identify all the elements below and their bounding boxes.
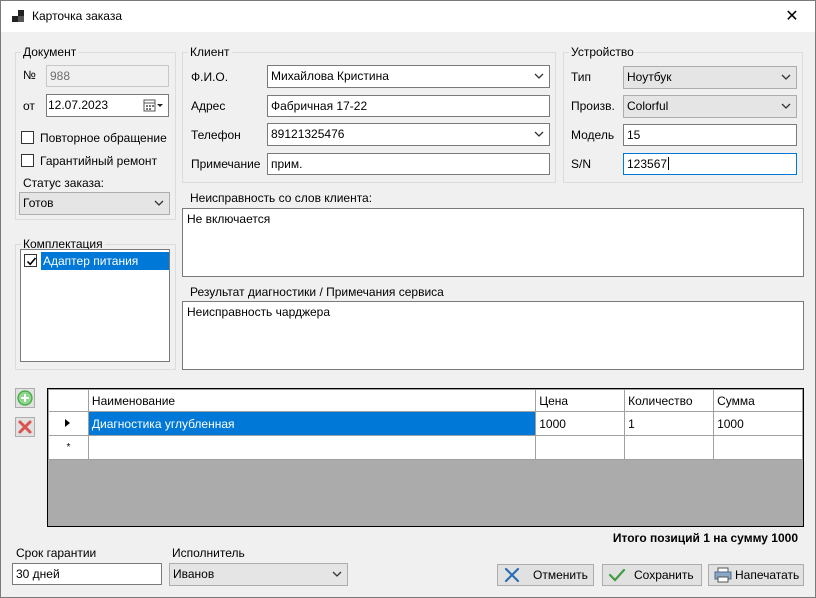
cell-price[interactable]: 1000: [535, 411, 626, 436]
diagnosis-textarea[interactable]: Неисправность чарджера: [182, 301, 804, 370]
row-header-corner: [48, 389, 89, 412]
phone-value: 89121325476: [271, 127, 345, 141]
calendar-dropdown-icon[interactable]: [143, 98, 165, 113]
phone-combo[interactable]: 89121325476: [267, 123, 550, 146]
client-name-label: Ф.И.О.: [191, 70, 229, 84]
order-status-value: Готов: [23, 196, 54, 210]
device-type-value: Ноутбук: [627, 70, 672, 84]
cell-qty[interactable]: 1: [624, 411, 715, 436]
chevron-down-icon: [532, 66, 546, 87]
kit-item[interactable]: Адаптер питания: [23, 252, 169, 270]
delete-icon: [18, 420, 32, 434]
note-field[interactable]: прим.: [267, 153, 550, 175]
model-label: Модель: [571, 128, 615, 142]
sn-label: S/N: [571, 157, 592, 171]
kit-checklist[interactable]: Адаптер питания: [20, 249, 170, 362]
date-value: 12.07.2023: [48, 98, 109, 112]
cancel-button[interactable]: Отменить: [497, 564, 594, 586]
chevron-down-icon: [779, 96, 793, 117]
phone-label: Телефон: [191, 128, 241, 142]
problem-label: Неисправность со слов клиента:: [190, 191, 373, 205]
executor-label: Исполнитель: [172, 546, 245, 560]
cancel-x-icon: [504, 567, 520, 583]
order-total: Итого позиций 1 на сумму 1000: [612, 531, 798, 545]
print-button[interactable]: Напечатать: [708, 564, 804, 586]
remove-row-button[interactable]: [15, 417, 35, 437]
grid-header-row: Наименование Цена Количество Сумма: [48, 389, 803, 412]
close-icon: ✕: [785, 8, 799, 25]
app-icon: [12, 10, 26, 24]
checkmark-icon: [608, 568, 626, 582]
executor-dropdown[interactable]: Иванов: [169, 563, 348, 586]
cell-sum[interactable]: 1000: [713, 411, 803, 436]
device-type-dropdown[interactable]: Ноутбук: [623, 66, 797, 89]
column-header-price[interactable]: Цена: [535, 389, 626, 412]
order-card-window: Карточка заказа ✕ Документ № 988 от 12.0…: [0, 0, 816, 598]
device-group-title: Устройство: [569, 45, 636, 59]
chevron-down-icon: [532, 124, 546, 145]
text-caret: [668, 157, 670, 170]
current-row-indicator-icon[interactable]: [48, 411, 89, 436]
order-status-label: Статус заказа:: [23, 176, 105, 190]
sn-value: 123567: [627, 157, 668, 171]
client-name-value: Михайлова Кристина: [271, 69, 389, 83]
repeat-visit-checkbox[interactable]: [21, 131, 34, 144]
order-status-dropdown[interactable]: Готов: [19, 192, 170, 215]
client-group-title: Клиент: [188, 45, 232, 59]
chevron-down-icon: [330, 564, 344, 585]
services-grid[interactable]: Наименование Цена Количество Сумма Диагн…: [47, 388, 804, 527]
kit-item-label: Адаптер питания: [41, 252, 169, 270]
diagnosis-label: Результат диагностики / Примечания серви…: [190, 285, 444, 299]
save-button[interactable]: Сохранить: [602, 564, 702, 586]
problem-textarea[interactable]: Не включается: [182, 208, 804, 277]
services-table: Наименование Цена Количество Сумма Диагн…: [48, 389, 803, 460]
close-button[interactable]: ✕: [769, 1, 815, 32]
new-cell-sum[interactable]: [713, 435, 803, 460]
new-cell-price[interactable]: [535, 435, 626, 460]
address-label: Адрес: [191, 99, 226, 113]
new-row-marker: *: [48, 435, 89, 460]
number-label: №: [23, 68, 36, 82]
column-header-name[interactable]: Наименование: [87, 389, 537, 412]
sn-field[interactable]: 123567: [623, 153, 797, 175]
device-type-label: Тип: [571, 70, 592, 84]
title-bar: Карточка заказа ✕: [1, 1, 815, 32]
window-title: Карточка заказа: [32, 9, 123, 23]
document-group-title: Документ: [21, 45, 79, 59]
kit-item-checkbox[interactable]: [24, 254, 37, 267]
date-label: от: [23, 99, 35, 113]
table-row[interactable]: Диагностика углубленная 1000 1 1000: [48, 411, 803, 436]
warranty-repair-label: Гарантийный ремонт: [40, 154, 158, 168]
add-row-button[interactable]: [15, 388, 35, 408]
client-name-combo[interactable]: Михайлова Кристина: [267, 65, 550, 88]
chevron-down-icon: [152, 193, 166, 214]
column-header-sum[interactable]: Сумма: [713, 389, 803, 412]
executor-value: Иванов: [173, 567, 215, 581]
maker-dropdown[interactable]: Colorful: [623, 95, 797, 118]
new-cell-name[interactable]: [87, 435, 537, 460]
new-row[interactable]: *: [48, 435, 803, 460]
model-field[interactable]: 15: [623, 124, 797, 146]
address-field[interactable]: Фабричная 17-22: [267, 95, 550, 117]
cancel-label: Отменить: [533, 568, 588, 582]
maker-label: Произв.: [571, 99, 615, 113]
printer-icon: [714, 567, 732, 583]
warranty-repair-checkbox[interactable]: [21, 154, 34, 167]
maker-value: Colorful: [627, 99, 669, 113]
new-cell-qty[interactable]: [624, 435, 715, 460]
print-label: Напечатать: [735, 568, 800, 582]
note-label: Примечание: [191, 157, 261, 171]
repeat-visit-label: Повторное обращение: [40, 131, 167, 145]
save-label: Сохранить: [634, 568, 694, 582]
cell-name[interactable]: Диагностика углубленная: [87, 411, 537, 436]
add-icon: [17, 390, 33, 406]
date-picker[interactable]: 12.07.2023: [46, 94, 169, 117]
column-header-qty[interactable]: Количество: [624, 389, 715, 412]
number-field[interactable]: 988: [46, 65, 169, 87]
chevron-down-icon: [779, 67, 793, 88]
warranty-field[interactable]: 30 дней: [12, 563, 162, 585]
warranty-label: Срок гарантии: [16, 546, 97, 560]
